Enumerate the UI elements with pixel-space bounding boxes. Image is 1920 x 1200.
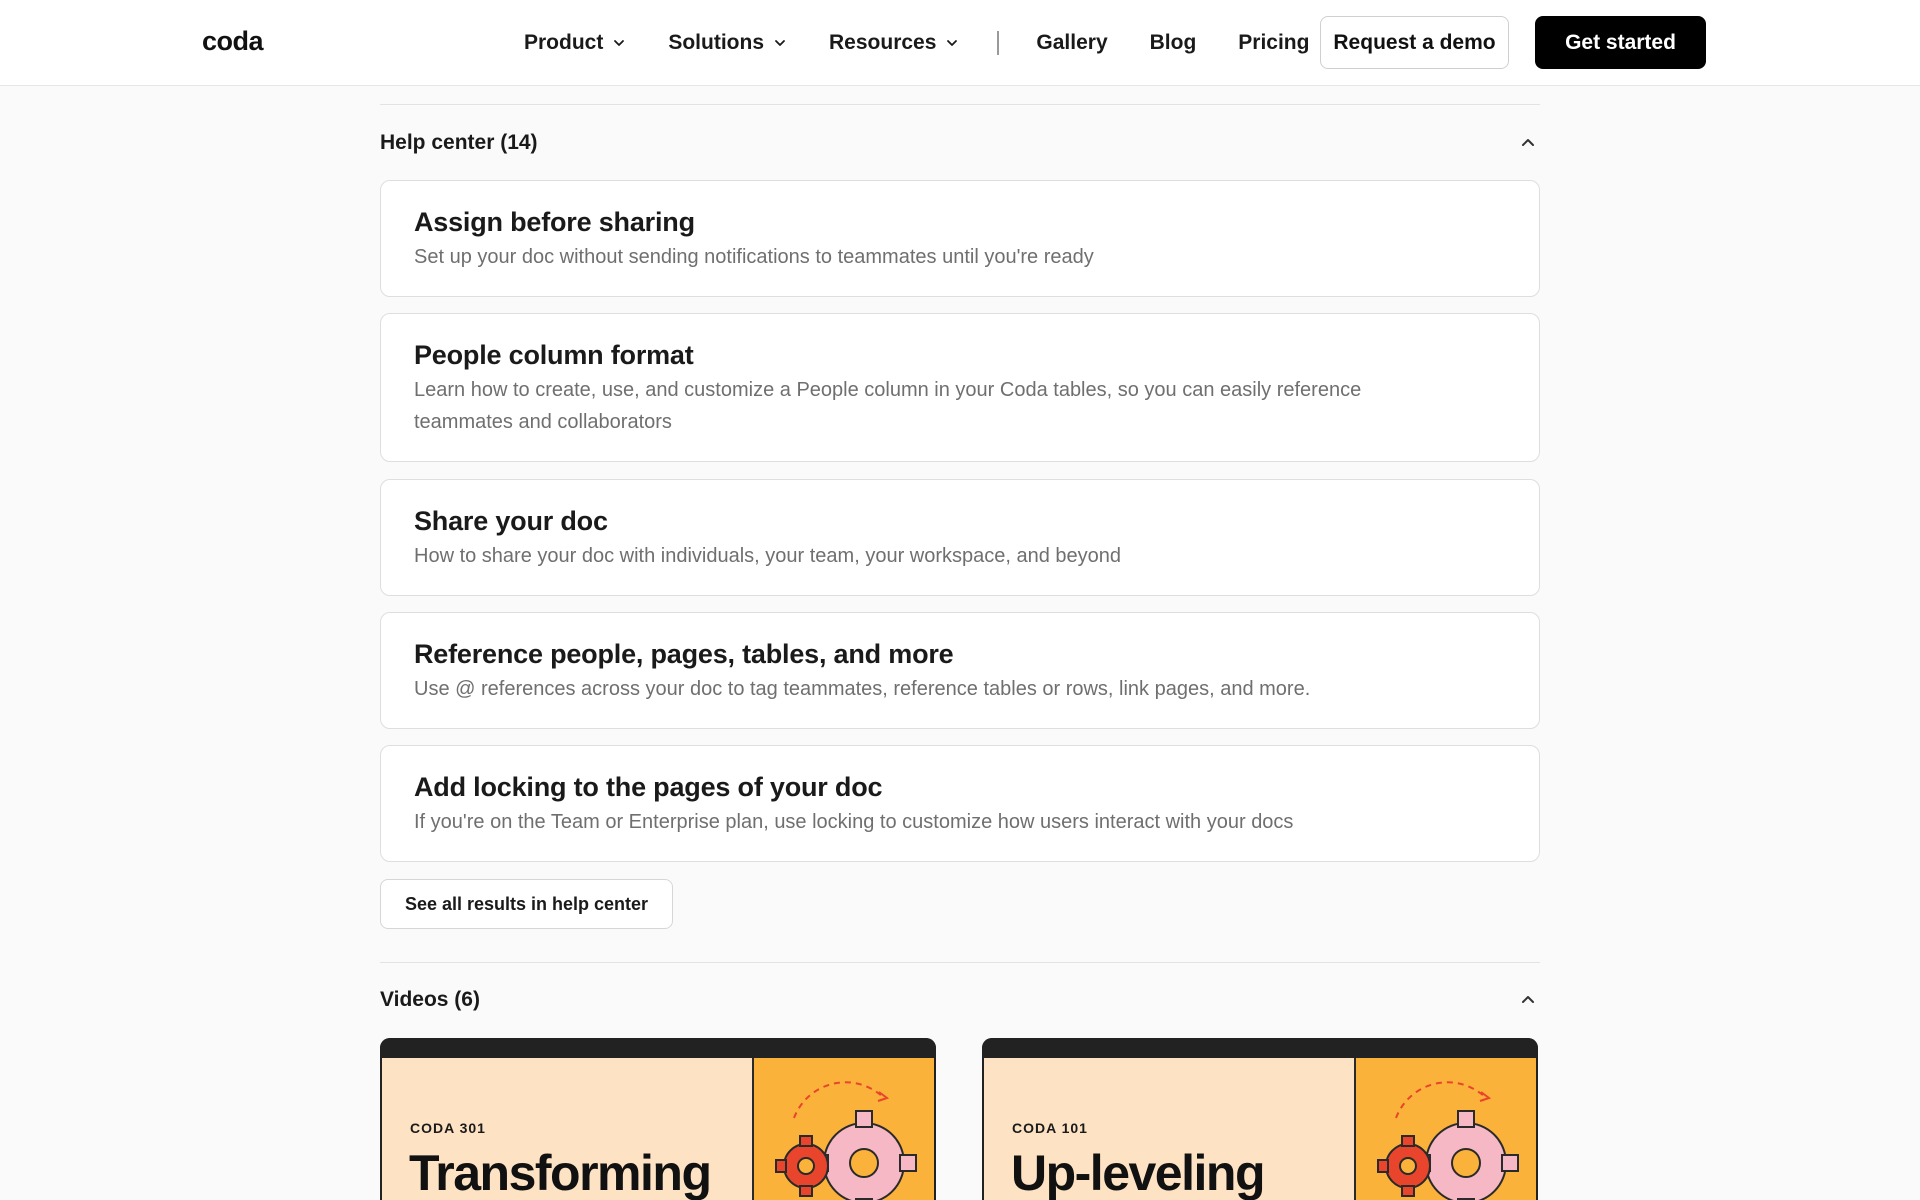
nav-blog[interactable]: Blog [1150, 31, 1197, 55]
get-started-button[interactable]: Get started [1535, 16, 1706, 69]
gears-illustration-icon [1354, 1058, 1536, 1200]
help-article-card[interactable]: People column format Learn how to create… [380, 313, 1540, 462]
coda-logo[interactable]: coda [202, 26, 264, 57]
article-title: Assign before sharing [414, 207, 695, 237]
chevron-down-icon [612, 36, 626, 50]
nav-gallery[interactable]: Gallery [1036, 31, 1107, 55]
video-top-bar [380, 1038, 936, 1058]
nav-solutions[interactable]: Solutions [668, 31, 787, 55]
article-title: People column format [414, 340, 694, 370]
help-center-title: Help center (14) [380, 131, 538, 154]
video-thumbnail: CODA 301 Transforming a Google doc [382, 1058, 934, 1200]
section-divider [380, 962, 1540, 963]
nav-divider [997, 31, 1000, 55]
help-article-card[interactable]: Add locking to the pages of your doc If … [380, 745, 1540, 862]
article-description: How to share your doc with individuals, … [414, 545, 1122, 567]
site-header: coda Product Solutions Resources Gallery… [0, 0, 1920, 86]
videos-section-header[interactable]: Videos (6) [380, 980, 1540, 1020]
video-title: Transforming a Google doc [409, 1145, 712, 1200]
article-description: Learn how to create, use, and customize … [414, 379, 1362, 433]
nav-pricing[interactable]: Pricing [1238, 31, 1309, 55]
video-card[interactable]: CODA 301 Transforming a Google doc [380, 1038, 936, 1200]
help-center-section-header[interactable]: Help center (14) [380, 123, 1540, 163]
article-description: Use @ references across your doc to tag … [414, 678, 1311, 700]
video-top-bar [982, 1038, 1538, 1058]
see-all-help-results-button[interactable]: See all results in help center [380, 879, 673, 929]
video-kicker: CODA 101 [1012, 1120, 1088, 1136]
article-title: Reference people, pages, tables, and mor… [414, 639, 954, 669]
video-kicker: CODA 301 [410, 1120, 486, 1136]
video-title: Up-leveling your team hub [1011, 1145, 1265, 1200]
nav-solutions-label: Solutions [668, 31, 765, 54]
section-divider [380, 104, 1540, 105]
chevron-down-icon [945, 36, 959, 50]
nav-product[interactable]: Product [524, 31, 626, 55]
chevron-down-icon [773, 36, 787, 50]
video-card[interactable]: CODA 101 Up-leveling your team hub [982, 1038, 1538, 1200]
chevron-up-icon[interactable] [1516, 131, 1540, 155]
request-demo-button[interactable]: Request a demo [1320, 16, 1509, 69]
video-thumbnail: CODA 101 Up-leveling your team hub [984, 1058, 1536, 1200]
article-description: If you're on the Team or Enterprise plan… [414, 811, 1294, 833]
nav-resources-label: Resources [829, 31, 937, 54]
help-article-card[interactable]: Reference people, pages, tables, and mor… [380, 612, 1540, 729]
help-article-card[interactable]: Assign before sharing Set up your doc wi… [380, 180, 1540, 297]
help-article-card[interactable]: Share your doc How to share your doc wit… [380, 479, 1540, 596]
videos-title: Videos (6) [380, 988, 480, 1011]
article-title: Add locking to the pages of your doc [414, 772, 883, 802]
article-description: Set up your doc without sending notifica… [414, 246, 1094, 268]
nav-product-label: Product [524, 31, 604, 54]
nav-resources[interactable]: Resources [829, 31, 959, 55]
main-nav: Product Solutions Resources Gallery Blog… [524, 0, 1351, 86]
article-title: Share your doc [414, 506, 608, 536]
gears-illustration-icon [752, 1058, 934, 1200]
chevron-up-icon[interactable] [1516, 988, 1540, 1012]
